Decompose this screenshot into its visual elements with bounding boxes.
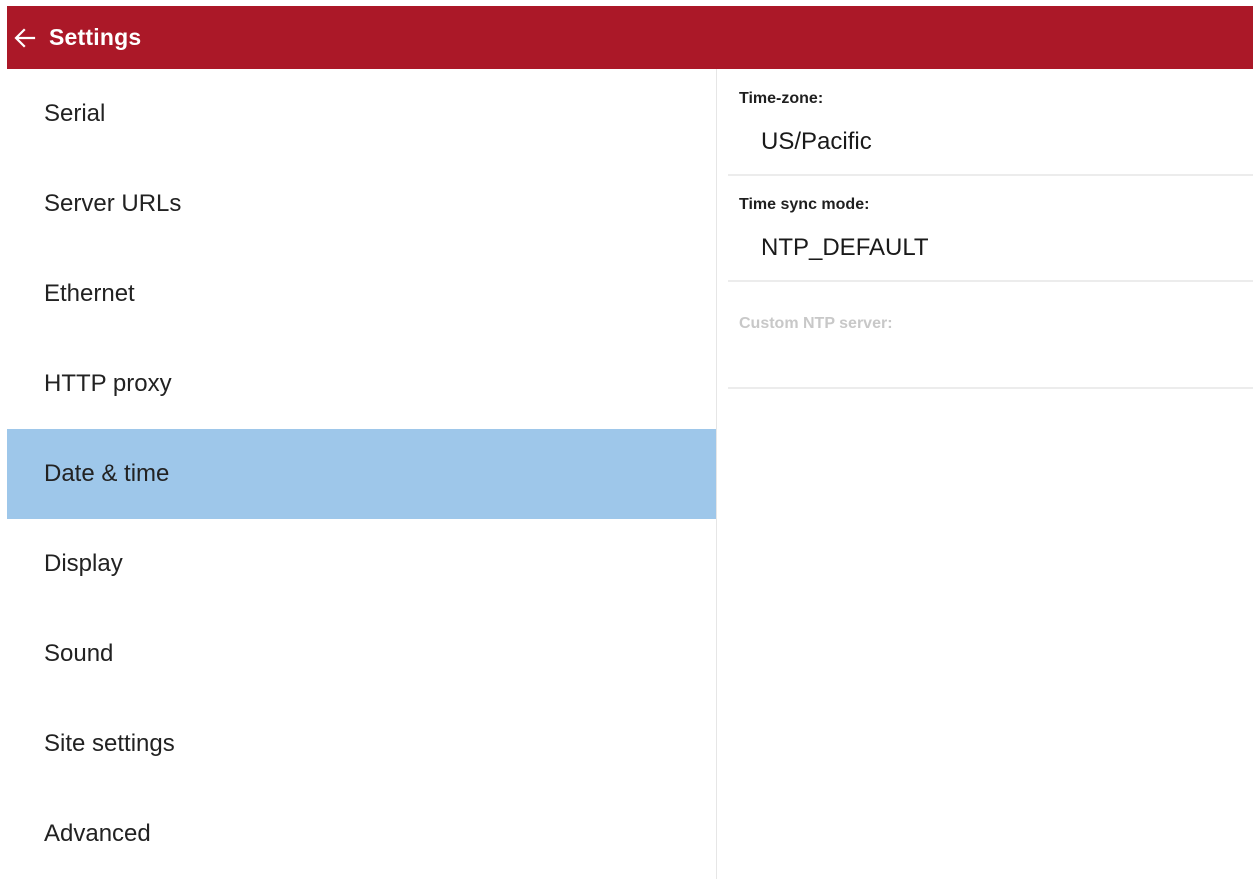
sidebar-item-ethernet[interactable]: Ethernet	[7, 249, 716, 339]
time-sync-mode-label: Time sync mode:	[739, 196, 870, 213]
page-title: Settings	[49, 24, 142, 50]
app-header: Settings	[7, 6, 1253, 69]
sidebar-item-display[interactable]: Display	[7, 519, 716, 609]
sidebar-item-serial[interactable]: Serial	[7, 69, 716, 159]
date-time-panel: Time-zone: US/Pacific Time sync mode: NT…	[728, 69, 1253, 389]
time-sync-mode-field[interactable]: Time sync mode: NTP_DEFAULT	[728, 176, 1253, 282]
time-zone-value: US/Pacific	[761, 128, 872, 155]
sidebar-item-advanced[interactable]: Advanced	[7, 789, 716, 879]
settings-sidebar: Serial Server URLs Ethernet HTTP proxy D…	[7, 69, 716, 879]
time-zone-field[interactable]: Time-zone: US/Pacific	[728, 69, 1253, 176]
sidebar-item-site-settings[interactable]: Site settings	[7, 699, 716, 789]
sidebar-item-http-proxy[interactable]: HTTP proxy	[7, 339, 716, 429]
sidebar-item-date-time[interactable]: Date & time	[7, 429, 716, 519]
time-zone-label: Time-zone:	[739, 90, 824, 107]
sidebar-item-sound[interactable]: Sound	[7, 609, 716, 699]
time-sync-mode-value: NTP_DEFAULT	[761, 234, 929, 261]
sidebar-item-server-urls[interactable]: Server URLs	[7, 159, 716, 249]
arrow-left-icon	[14, 27, 36, 48]
panel-divider	[716, 69, 717, 879]
back-button[interactable]	[5, 13, 45, 63]
custom-ntp-server-field: Custom NTP server:	[728, 282, 1253, 389]
custom-ntp-server-label: Custom NTP server:	[739, 315, 893, 332]
